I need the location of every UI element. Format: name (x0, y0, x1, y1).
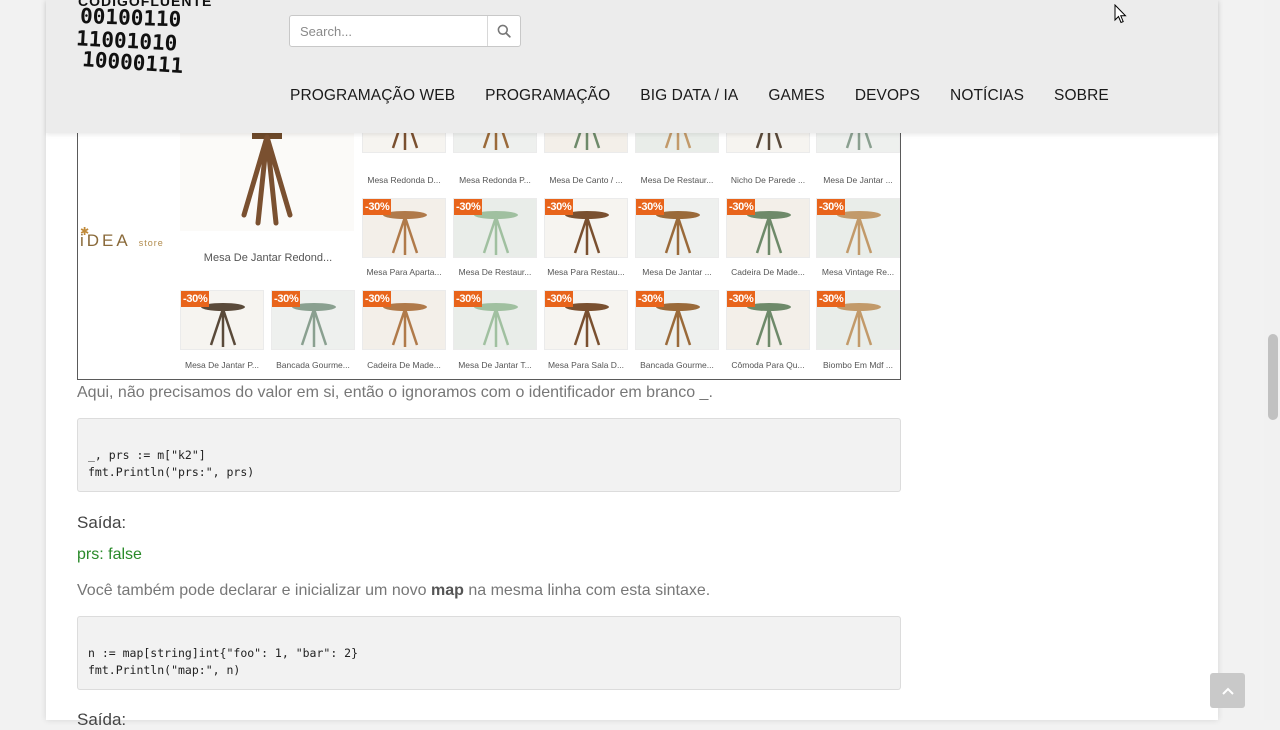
ad-product-image[interactable]: -30% (816, 198, 900, 258)
star-icon: ✱ (80, 226, 90, 238)
ad-product-caption[interactable]: Cadeira De Made... (723, 267, 813, 277)
discount-badge: -30% (454, 199, 483, 215)
search-button[interactable] (487, 16, 520, 46)
ad-product-image[interactable]: -30% (453, 198, 537, 258)
code-2-text: n := map[string]int{"foo": 1, "bar": 2} … (88, 646, 359, 677)
ad-product-caption[interactable]: Bancada Gourme... (632, 360, 722, 370)
ad-product-caption[interactable]: Mesa De Jantar T... (450, 360, 540, 370)
ad-product-image[interactable]: -30% (271, 290, 355, 350)
discount-badge: -30% (727, 291, 756, 307)
discount-badge: -30% (272, 291, 301, 307)
nav-devops[interactable]: DEVOPS (840, 85, 935, 107)
scrollbar-thumb[interactable] (1268, 334, 1278, 420)
paragraph-map-literal: Você também pode declarar e inicializar … (77, 582, 711, 599)
discount-badge: -30% (636, 291, 665, 307)
output-value-1: prs: false (77, 546, 142, 563)
nav-noticias[interactable]: NOTÍCIAS (935, 85, 1039, 107)
discount-badge: -30% (817, 291, 846, 307)
ad-product-image[interactable]: -30% (544, 290, 628, 350)
ad-product-caption[interactable]: Nicho De Parede ... (723, 175, 813, 185)
discount-badge: -30% (817, 199, 846, 215)
ad-product-caption[interactable]: Mesa Para Sala D... (541, 360, 631, 370)
ad-product-caption[interactable]: Mesa Redonda D... (359, 175, 449, 185)
ad-product-caption[interactable]: Mesa De Jantar ... (813, 175, 900, 185)
ad-featured-label[interactable]: Mesa De Jantar Redond... (180, 252, 356, 264)
ad-product-image[interactable]: -30% (635, 290, 719, 350)
code-block-2: n := map[string]int{"foo": 1, "bar": 2} … (77, 616, 901, 690)
keyword-map: map (430, 582, 464, 599)
discount-badge: -30% (363, 199, 392, 215)
ad-product-caption[interactable]: Cômoda Para Qu... (723, 360, 813, 370)
scroll-to-top-button[interactable] (1210, 673, 1245, 708)
ad-product-caption[interactable]: Mesa De Jantar ... (632, 267, 722, 277)
main-nav: PROGRAMAÇÃO WEB PROGRAMAÇÃO BIG DATA / I… (275, 85, 1124, 107)
discount-badge: -30% (636, 199, 665, 215)
ad-product-caption[interactable]: Mesa De Restaur... (450, 267, 540, 277)
ad-product-image[interactable]: -30% (362, 198, 446, 258)
search-input[interactable] (290, 16, 486, 46)
discount-badge: -30% (454, 291, 483, 307)
output-heading-2: Saída: (77, 710, 127, 729)
ad-product-caption[interactable]: Bancada Gourme... (268, 360, 358, 370)
ad-product-caption[interactable]: Mesa Redonda P... (450, 175, 540, 185)
output-heading-1: Saída: (77, 513, 127, 532)
discount-badge: -30% (363, 291, 392, 307)
discount-badge: -30% (545, 291, 574, 307)
ad-product-image[interactable]: -30% (635, 198, 719, 258)
ad-product-caption[interactable]: Mesa Para Aparta... (359, 267, 449, 277)
mouse-cursor-icon (1114, 4, 1127, 24)
ad-product-image[interactable]: -30% (726, 290, 810, 350)
ad-featured-product[interactable] (180, 119, 354, 231)
ad-brand-logo: ✱ iDEA store (80, 226, 164, 250)
search-box (289, 15, 521, 47)
nav-big-data-ia[interactable]: BIG DATA / IA (625, 85, 753, 107)
code-1-text: _, prs := m["k2"] fmt.Println("prs:", pr… (88, 448, 255, 479)
ad-product-image[interactable]: -30% (362, 290, 446, 350)
discount-badge: -30% (727, 199, 756, 215)
nav-programacao[interactable]: PROGRAMAÇÃO (470, 85, 625, 107)
nav-sobre[interactable]: SOBRE (1039, 85, 1124, 107)
ad-product-image[interactable]: -30% (453, 290, 537, 350)
ad-product-caption[interactable]: Mesa Para Restau... (541, 267, 631, 277)
ad-product-caption[interactable]: Mesa De Jantar P... (177, 360, 267, 370)
ad-product-caption[interactable]: Mesa De Restaur... (632, 175, 722, 185)
ad-product-caption[interactable]: Biombo Em Mdf ... (813, 360, 900, 370)
discount-badge: -30% (545, 199, 574, 215)
ad-product-caption[interactable]: Mesa Vintage Re... (813, 267, 900, 277)
ad-product-image[interactable]: -30% (726, 198, 810, 258)
code-block-1: _, prs := m["k2"] fmt.Println("prs:", pr… (77, 418, 901, 492)
ad-banner[interactable]: ✱ iDEA store Mesa De Jantar Redond... Mes… (77, 118, 901, 380)
nav-programacao-web[interactable]: PROGRAMAÇÃO WEB (275, 85, 470, 107)
nav-games[interactable]: GAMES (753, 85, 839, 107)
ad-product-image[interactable]: -30% (816, 290, 900, 350)
ad-product-caption[interactable]: Mesa De Canto / ... (541, 175, 631, 185)
site-header: CODIGOFLUENTE 00100110 11001010 10000111… (46, 0, 1218, 133)
ad-product-caption[interactable]: Cadeira De Made... (359, 360, 449, 370)
chevron-up-icon (1221, 687, 1234, 695)
ad-product-image[interactable]: -30% (544, 198, 628, 258)
ad-product-image[interactable]: -30% (180, 290, 264, 350)
paragraph-blank-identifier: Aqui, não precisamos do valor em si, ent… (77, 384, 713, 401)
site-logo[interactable]: CODIGOFLUENTE 00100110 11001010 10000111 (76, 0, 256, 78)
search-icon (497, 24, 511, 38)
discount-badge: -30% (181, 291, 210, 307)
